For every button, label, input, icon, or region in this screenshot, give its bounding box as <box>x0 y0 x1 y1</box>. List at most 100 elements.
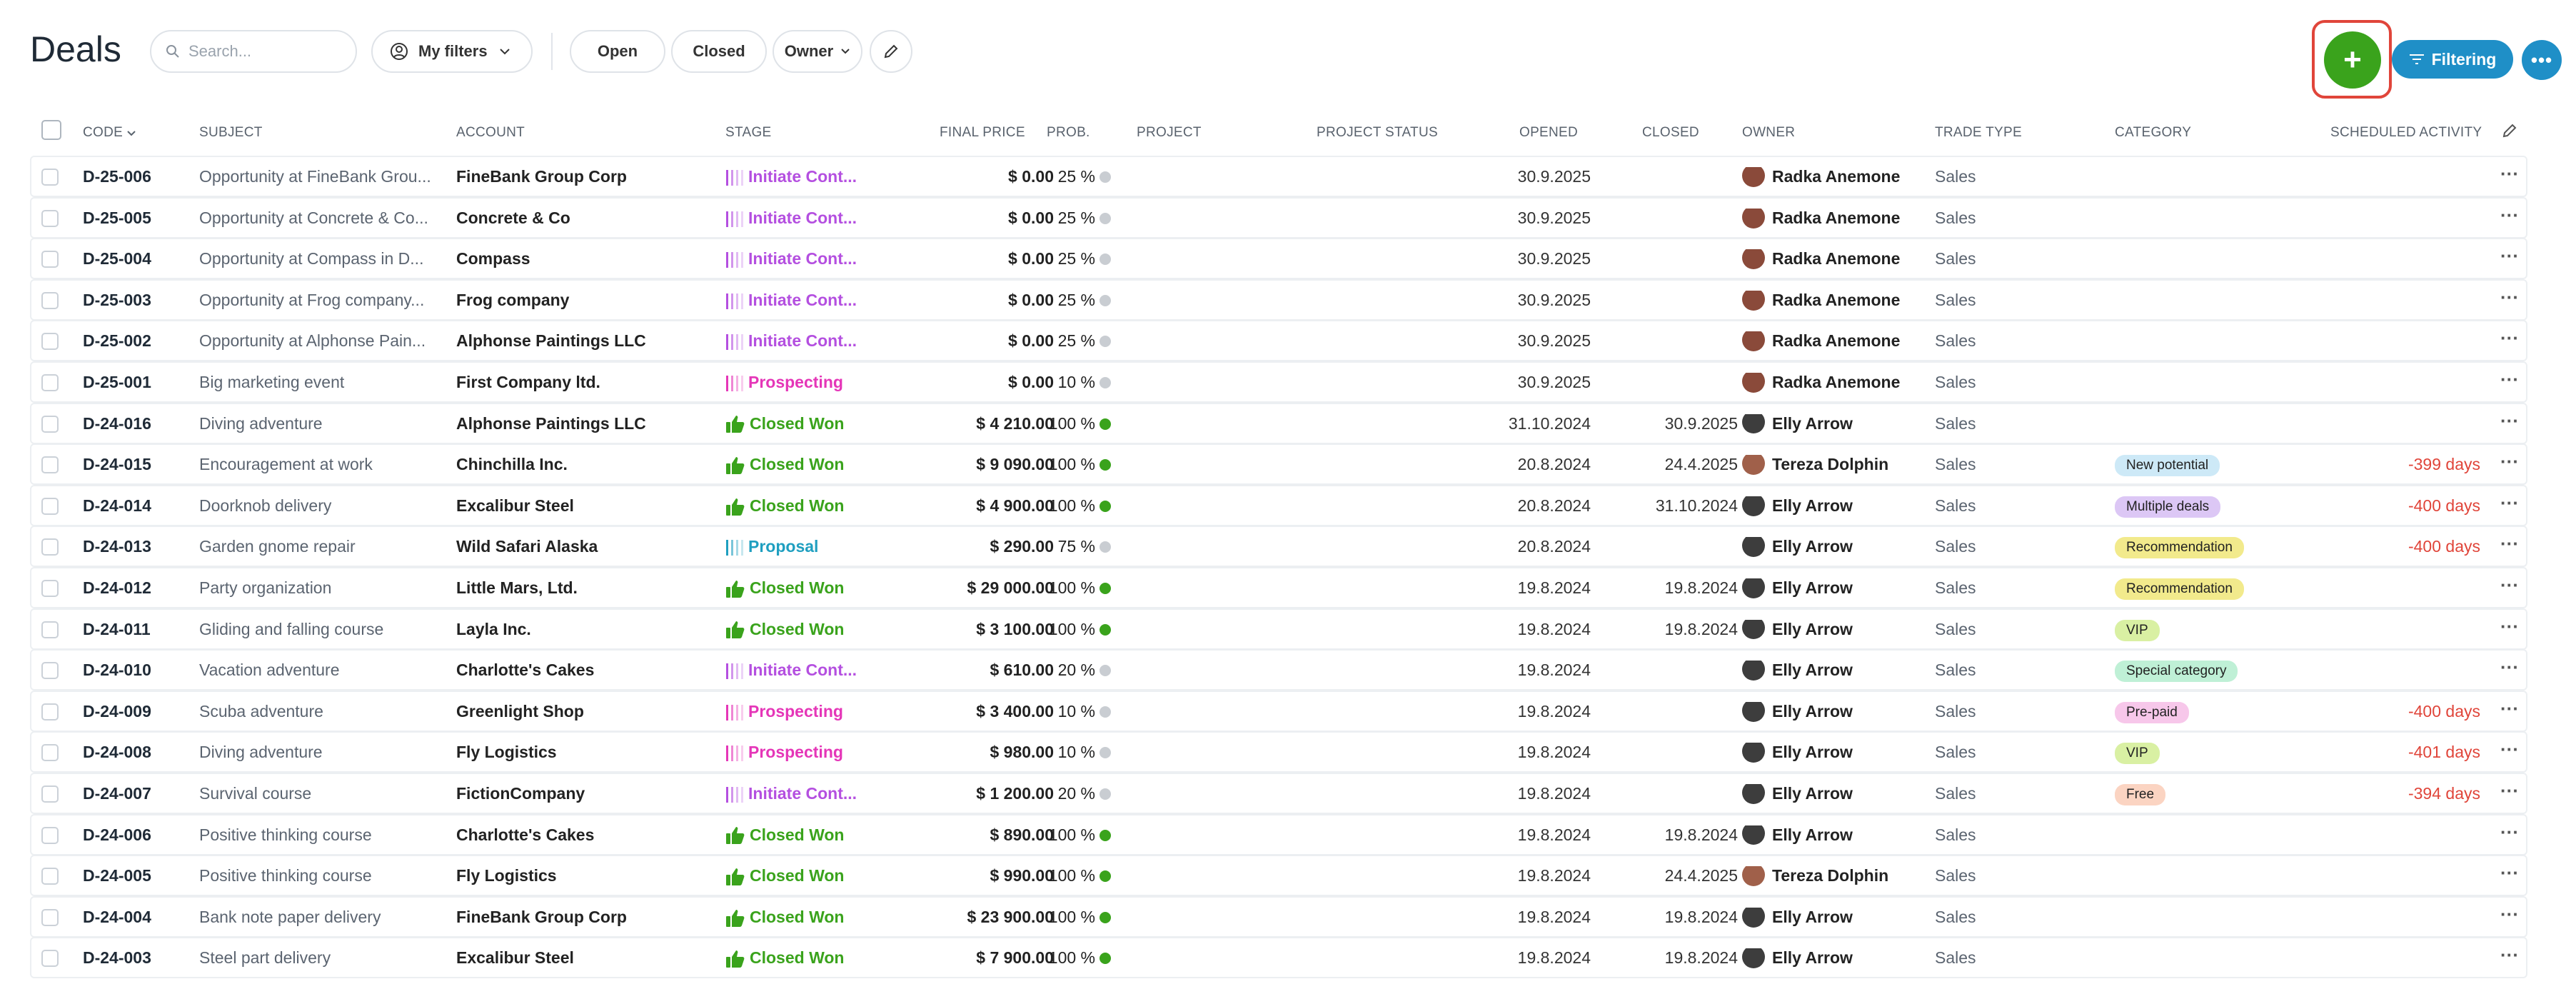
deal-owner[interactable]: Elly Arrow <box>1742 413 1956 434</box>
deal-subject[interactable]: Opportunity at FineBank Grou... <box>199 167 435 186</box>
row-more-icon[interactable]: ··· <box>2500 327 2519 349</box>
table-row[interactable]: D-24-007 Survival course FictionCompany Ini… <box>31 773 2526 813</box>
row-more-icon[interactable]: ··· <box>2500 738 2519 760</box>
deal-owner[interactable]: Elly Arrow <box>1742 701 1956 722</box>
col-project-status[interactable]: PROJECT STATUS <box>1317 125 1438 141</box>
deal-owner[interactable]: Radka Anemone <box>1742 372 1956 393</box>
deal-subject[interactable]: Opportunity at Frog company... <box>199 291 435 310</box>
deal-code[interactable]: D-24-015 <box>83 455 151 474</box>
deal-subject[interactable]: Opportunity at Alphonse Pain... <box>199 331 435 351</box>
row-checkbox[interactable] <box>41 950 59 968</box>
deal-owner[interactable]: Elly Arrow <box>1742 537 1956 558</box>
table-row[interactable]: D-24-015 Encouragement at work Chinchilla … <box>31 445 2526 484</box>
row-more-icon[interactable]: ··· <box>2500 656 2519 678</box>
deal-subject[interactable]: Opportunity at Concrete & Co... <box>199 209 435 228</box>
table-row[interactable]: D-24-012 Party organization Little Mars, L… <box>31 568 2526 607</box>
deal-account[interactable]: Charlotte's Cakes <box>456 825 699 845</box>
col-account[interactable]: ACCOUNT <box>456 125 525 141</box>
deal-account[interactable]: Alphonse Paintings LLC <box>456 414 699 433</box>
deal-owner[interactable]: Elly Arrow <box>1742 578 1956 598</box>
table-row[interactable]: D-24-008 Diving adventure Fly Logistics Pro… <box>31 733 2526 772</box>
row-checkbox[interactable] <box>41 456 59 474</box>
table-row[interactable]: D-24-016 Diving adventure Alphonse Paintin… <box>31 403 2526 443</box>
deal-subject[interactable]: Positive thinking course <box>199 866 435 885</box>
deal-code[interactable]: D-24-003 <box>83 948 151 968</box>
col-opened[interactable]: OPENED <box>1519 125 1578 141</box>
owner-filter-dropdown[interactable]: Owner <box>773 30 862 73</box>
row-checkbox[interactable] <box>41 209 59 227</box>
deal-code[interactable]: D-24-009 <box>83 702 151 721</box>
deal-code[interactable]: D-24-008 <box>83 743 151 762</box>
table-row[interactable]: D-24-003 Steel part delivery Excalibur Ste… <box>31 938 2526 978</box>
row-checkbox[interactable] <box>41 538 59 556</box>
deal-code[interactable]: D-24-011 <box>83 620 151 639</box>
row-checkbox[interactable] <box>41 251 59 268</box>
deal-owner[interactable]: Elly Arrow <box>1742 907 1956 928</box>
deal-account[interactable]: Layla Inc. <box>456 620 699 639</box>
col-scheduled-activity[interactable]: SCHEDULED ACTIVITY <box>2330 125 2482 141</box>
row-checkbox[interactable] <box>41 291 59 309</box>
deal-account[interactable]: FineBank Group Corp <box>456 908 699 927</box>
deal-account[interactable]: Excalibur Steel <box>456 948 699 968</box>
deal-code[interactable]: D-25-004 <box>83 249 151 268</box>
table-row[interactable]: D-25-001 Big marketing event First Company… <box>31 362 2526 401</box>
table-row[interactable]: D-24-006 Positive thinking course Charlott… <box>31 815 2526 854</box>
table-row[interactable]: D-24-011 Gliding and falling course Layla … <box>31 609 2526 648</box>
row-checkbox[interactable] <box>41 826 59 844</box>
row-checkbox[interactable] <box>41 621 59 638</box>
row-more-icon[interactable]: ··· <box>2500 780 2519 802</box>
col-category[interactable]: CATEGORY <box>2115 125 2191 141</box>
deal-owner[interactable]: Radka Anemone <box>1742 208 1956 229</box>
deal-account[interactable]: Compass <box>456 249 699 268</box>
deal-owner[interactable]: Tereza Dolphin <box>1742 866 1956 887</box>
row-checkbox[interactable] <box>41 579 59 597</box>
row-more-icon[interactable]: ··· <box>2500 245 2519 267</box>
deal-subject[interactable]: Steel part delivery <box>199 948 435 968</box>
row-checkbox[interactable] <box>41 744 59 762</box>
row-more-icon[interactable]: ··· <box>2500 698 2519 720</box>
deal-owner[interactable]: Radka Anemone <box>1742 167 1956 187</box>
row-more-icon[interactable]: ··· <box>2500 286 2519 308</box>
deal-code[interactable]: D-24-016 <box>83 414 151 433</box>
row-checkbox[interactable] <box>41 169 59 186</box>
deal-owner[interactable]: Elly Arrow <box>1742 619 1956 640</box>
more-options-button[interactable]: ••• <box>2522 40 2562 80</box>
deal-owner[interactable]: Elly Arrow <box>1742 783 1956 804</box>
table-row[interactable]: D-25-006 Opportunity at FineBank Grou... F… <box>31 157 2526 196</box>
row-more-icon[interactable]: ··· <box>2500 451 2519 473</box>
table-row[interactable]: D-25-004 Opportunity at Compass in D... Co… <box>31 239 2526 278</box>
row-more-icon[interactable]: ··· <box>2500 821 2519 843</box>
row-checkbox[interactable] <box>41 868 59 885</box>
deal-code[interactable]: D-24-014 <box>83 496 151 516</box>
deal-subject[interactable]: Big marketing event <box>199 373 435 392</box>
deal-subject[interactable]: Garden gnome repair <box>199 537 435 556</box>
table-row[interactable]: D-24-013 Garden gnome repair Wild Safari A… <box>31 527 2526 566</box>
deal-account[interactable]: First Company ltd. <box>456 373 699 392</box>
row-checkbox[interactable] <box>41 703 59 721</box>
deal-code[interactable]: D-25-005 <box>83 209 151 228</box>
deal-account[interactable]: Chinchilla Inc. <box>456 455 699 474</box>
deal-account[interactable]: Fly Logistics <box>456 866 699 885</box>
row-checkbox[interactable] <box>41 662 59 680</box>
deal-code[interactable]: D-24-010 <box>83 661 151 680</box>
col-project[interactable]: PROJECT <box>1137 125 1202 141</box>
col-trade-type[interactable]: TRADE TYPE <box>1935 125 2022 141</box>
row-checkbox[interactable] <box>41 333 59 351</box>
deal-account[interactable]: Excalibur Steel <box>456 496 699 516</box>
edit-columns-button[interactable] <box>2502 123 2517 143</box>
deal-subject[interactable]: Encouragement at work <box>199 455 435 474</box>
deal-subject[interactable]: Doorknob delivery <box>199 496 435 516</box>
deal-account[interactable]: Alphonse Paintings LLC <box>456 331 699 351</box>
deal-code[interactable]: D-24-012 <box>83 578 151 598</box>
row-more-icon[interactable]: ··· <box>2500 616 2519 638</box>
table-row[interactable]: D-25-002 Opportunity at Alphonse Pain... A… <box>31 321 2526 361</box>
table-row[interactable]: D-25-003 Opportunity at Frog company... Fr… <box>31 280 2526 319</box>
add-deal-button[interactable]: + <box>2324 31 2381 89</box>
col-final-price[interactable]: FINAL PRICE <box>940 125 1025 141</box>
deal-account[interactable]: Frog company <box>456 291 699 310</box>
deal-owner[interactable]: Elly Arrow <box>1742 948 1956 969</box>
deal-code[interactable]: D-24-004 <box>83 908 151 927</box>
col-subject[interactable]: SUBJECT <box>199 125 263 141</box>
deal-owner[interactable]: Tereza Dolphin <box>1742 455 1956 476</box>
deal-subject[interactable]: Positive thinking course <box>199 825 435 845</box>
